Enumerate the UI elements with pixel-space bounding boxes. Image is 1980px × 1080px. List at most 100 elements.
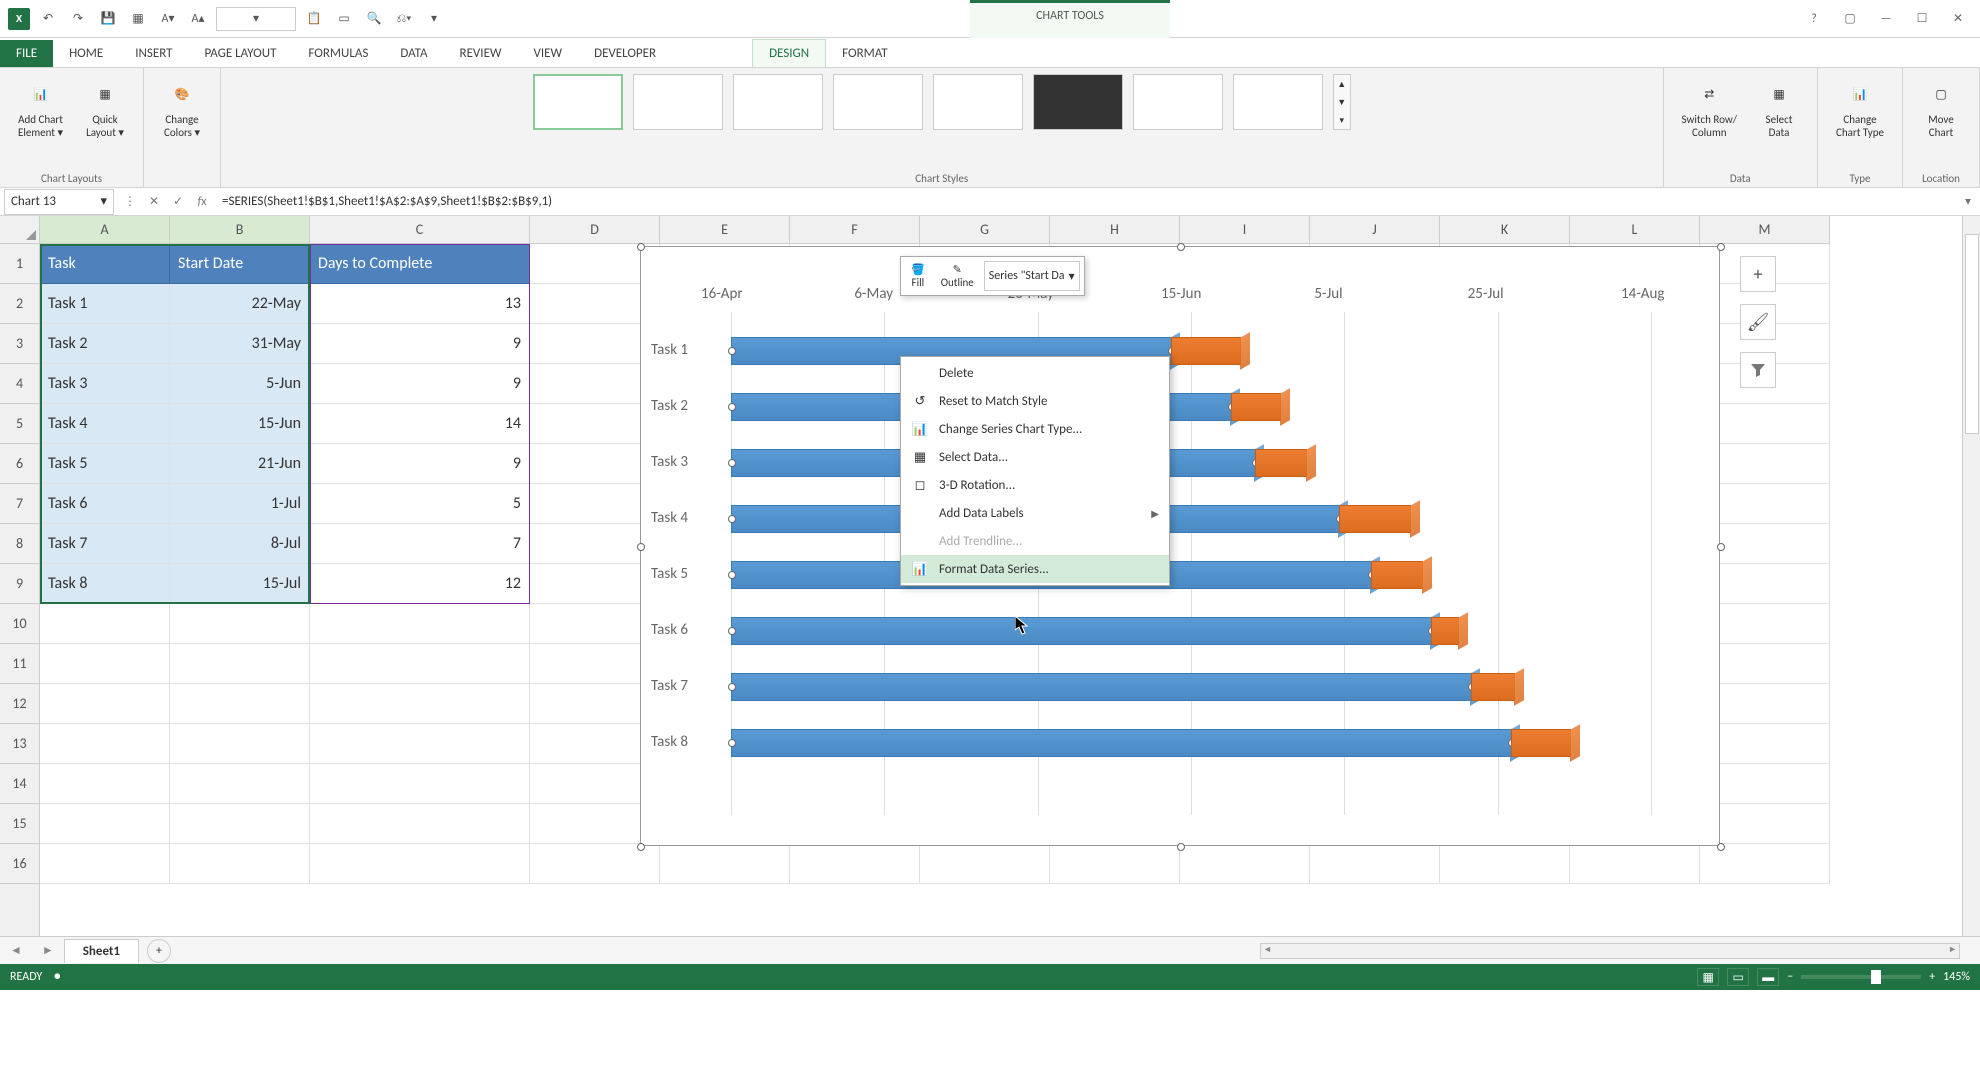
chart-resize-handle[interactable] xyxy=(1177,843,1185,851)
chart-style-6[interactable] xyxy=(1033,74,1123,130)
tab-view[interactable]: VIEW xyxy=(518,40,579,67)
switch-row-column-button[interactable]: ⇄ Switch Row/ Column xyxy=(1676,74,1743,143)
cell-B1[interactable]: Start Date xyxy=(170,244,310,284)
fill-button[interactable]: 🪣 Fill xyxy=(905,261,931,291)
selection-handle[interactable] xyxy=(728,515,736,523)
cell-C10[interactable] xyxy=(310,604,530,644)
bar-days-complete[interactable] xyxy=(1231,393,1281,421)
ribbon-display-button[interactable]: ▢ xyxy=(1836,7,1864,31)
close-button[interactable]: ✕ xyxy=(1944,7,1972,31)
tab-developer[interactable]: DEVELOPER xyxy=(578,40,672,67)
redo-button[interactable]: ↷ xyxy=(66,7,90,31)
chart-styles-button[interactable]: 🖌 xyxy=(1740,304,1776,340)
view-page-break-button[interactable]: ▬ xyxy=(1757,968,1779,986)
zoom-slider[interactable] xyxy=(1801,975,1921,979)
font-inc-button[interactable]: A▴ xyxy=(186,7,210,31)
fx-button[interactable]: fx xyxy=(190,190,214,214)
cell-B8[interactable]: 8-Jul xyxy=(170,524,310,564)
row-header-1[interactable]: 1 xyxy=(0,244,39,284)
zoom-out-button[interactable]: − xyxy=(1787,970,1793,984)
tab-insert[interactable]: INSERT xyxy=(119,40,188,67)
row-header-13[interactable]: 13 xyxy=(0,724,39,764)
cell-H16[interactable] xyxy=(1050,844,1180,884)
zoom-level[interactable]: 145% xyxy=(1943,970,1970,984)
row-header-8[interactable]: 8 xyxy=(0,524,39,564)
ctx-delete[interactable]: Delete xyxy=(901,359,1169,387)
qat-more-1[interactable]: ▭ xyxy=(332,7,356,31)
scrollbar-thumb[interactable] xyxy=(1965,234,1979,434)
cell-A13[interactable] xyxy=(40,724,170,764)
name-box[interactable]: Chart 13▾ xyxy=(4,189,114,215)
cell-A9[interactable]: Task 8 xyxy=(40,564,170,604)
bar-row[interactable] xyxy=(731,673,1651,701)
cell-B12[interactable] xyxy=(170,684,310,724)
selection-handle[interactable] xyxy=(728,403,736,411)
cell-K16[interactable] xyxy=(1440,844,1570,884)
cell-C8[interactable]: 7 xyxy=(310,524,530,564)
cell-A4[interactable]: Task 3 xyxy=(40,364,170,404)
chart-filters-button[interactable] xyxy=(1740,352,1776,388)
ctx-format-data-series[interactable]: 📊Format Data Series... xyxy=(901,555,1169,583)
ctx-change-chart-type[interactable]: 📊Change Series Chart Type... xyxy=(901,415,1169,443)
cell-C9[interactable]: 12 xyxy=(310,564,530,604)
print-preview-button[interactable]: 🔍 xyxy=(362,7,386,31)
select-all-corner[interactable] xyxy=(0,216,40,244)
cell-A10[interactable] xyxy=(40,604,170,644)
chart-style-7[interactable] xyxy=(1133,74,1223,130)
bar-days-complete[interactable] xyxy=(1339,505,1411,533)
cell-A8[interactable]: Task 7 xyxy=(40,524,170,564)
save-button[interactable]: 💾 xyxy=(96,7,120,31)
bar-start-date[interactable] xyxy=(731,729,1511,757)
bar-days-complete[interactable] xyxy=(1431,617,1459,645)
cell-A7[interactable]: Task 6 xyxy=(40,484,170,524)
chart-style-1[interactable] xyxy=(533,74,623,130)
bar-row[interactable] xyxy=(731,337,1651,365)
cell-A14[interactable] xyxy=(40,764,170,804)
cell-B5[interactable]: 15-Jun xyxy=(170,404,310,444)
bar-days-complete[interactable] xyxy=(1471,673,1515,701)
cell-C4[interactable]: 9 xyxy=(310,364,530,404)
quick-layout-button[interactable]: ▦ Quick Layout ▾ xyxy=(79,74,131,143)
cell-C11[interactable] xyxy=(310,644,530,684)
maximize-button[interactable]: ☐ xyxy=(1908,7,1936,31)
cell-B9[interactable]: 15-Jul xyxy=(170,564,310,604)
change-colors-button[interactable]: 🎨 Change Colors ▾ xyxy=(156,74,208,143)
column-header-C[interactable]: C xyxy=(310,216,530,243)
row-header-4[interactable]: 4 xyxy=(0,364,39,404)
horizontal-scrollbar[interactable] xyxy=(1260,943,1960,959)
macro-record-icon[interactable]: ⏺ xyxy=(54,970,60,984)
view-page-layout-button[interactable]: ▭ xyxy=(1727,968,1749,986)
row-header-15[interactable]: 15 xyxy=(0,804,39,844)
expand-formula-button[interactable]: ⋮ xyxy=(118,190,142,214)
cell-C5[interactable]: 14 xyxy=(310,404,530,444)
cell-B13[interactable] xyxy=(170,724,310,764)
font-size-combo[interactable]: ▾ xyxy=(216,7,296,31)
bar-start-date[interactable] xyxy=(731,617,1431,645)
chart-resize-handle[interactable] xyxy=(637,543,645,551)
chart-object[interactable]: 16-Apr6-May26-May15-Jun5-Jul25-Jul14-Aug… xyxy=(640,246,1720,846)
bar-row[interactable] xyxy=(731,729,1651,757)
row-header-9[interactable]: 9 xyxy=(0,564,39,604)
add-chart-element-button[interactable]: 📊 Add Chart Element ▾ xyxy=(12,74,69,143)
row-header-16[interactable]: 16 xyxy=(0,844,39,884)
select-data-button[interactable]: ▦ Select Data xyxy=(1753,74,1805,143)
tab-format[interactable]: FORMAT xyxy=(826,40,903,67)
bar-days-complete[interactable] xyxy=(1171,337,1241,365)
column-header-A[interactable]: A xyxy=(40,216,170,243)
cell-A3[interactable]: Task 2 xyxy=(40,324,170,364)
cell-B14[interactable] xyxy=(170,764,310,804)
cell-C15[interactable] xyxy=(310,804,530,844)
row-header-7[interactable]: 7 xyxy=(0,484,39,524)
cell-C14[interactable] xyxy=(310,764,530,804)
bar-days-complete[interactable] xyxy=(1255,449,1307,477)
tab-formulas[interactable]: FORMULAS xyxy=(292,40,384,67)
undo-button[interactable]: ↶ xyxy=(36,7,60,31)
column-header-H[interactable]: H xyxy=(1050,216,1180,243)
qat-button[interactable]: ▦ xyxy=(126,7,150,31)
bar-start-date[interactable] xyxy=(731,673,1471,701)
view-normal-button[interactable]: ▦ xyxy=(1697,968,1719,986)
series-selector[interactable]: Series "Start Da▾ xyxy=(984,261,1080,291)
column-header-G[interactable]: G xyxy=(920,216,1050,243)
sheet-nav-next[interactable]: ► xyxy=(32,943,64,958)
change-chart-type-button[interactable]: 📊 Change Chart Type xyxy=(1830,74,1890,143)
